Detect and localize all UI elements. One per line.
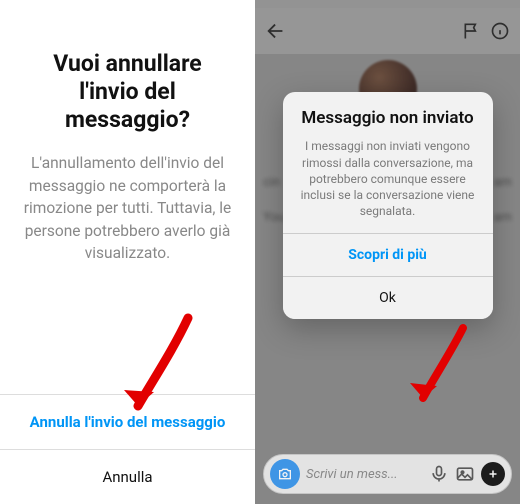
phone-screenshot: cin am You am Messaggio non inviato I me… xyxy=(255,0,520,504)
image-icon[interactable] xyxy=(455,464,475,484)
unsend-button[interactable]: Annulla l'invio del messaggio xyxy=(0,395,255,449)
dialog-actions: Annulla l'invio del messaggio Annulla xyxy=(0,394,255,504)
camera-icon[interactable] xyxy=(270,459,300,489)
dialog-title: Vuoi annullare l'invio del messaggio? xyxy=(0,50,255,152)
ok-button[interactable]: Ok xyxy=(283,277,493,319)
dialog-body: L'annullamento dell'invio del messaggio … xyxy=(0,152,255,264)
add-icon[interactable] xyxy=(481,462,505,486)
modal-title: Messaggio non inviato xyxy=(283,92,493,138)
message-composer: Scrivi un mess... xyxy=(263,454,512,494)
modal-body: I messaggi non inviati vengono rimossi d… xyxy=(283,138,493,233)
composer-placeholder[interactable]: Scrivi un mess... xyxy=(306,467,423,482)
learn-more-button[interactable]: Scopri di più xyxy=(283,234,493,276)
confirmation-modal: Messaggio non inviato I messaggi non inv… xyxy=(283,92,493,319)
unsend-dialog: Vuoi annullare l'invio del messaggio? L'… xyxy=(0,0,255,504)
microphone-icon[interactable] xyxy=(429,464,449,484)
cancel-button[interactable]: Annulla xyxy=(0,450,255,504)
